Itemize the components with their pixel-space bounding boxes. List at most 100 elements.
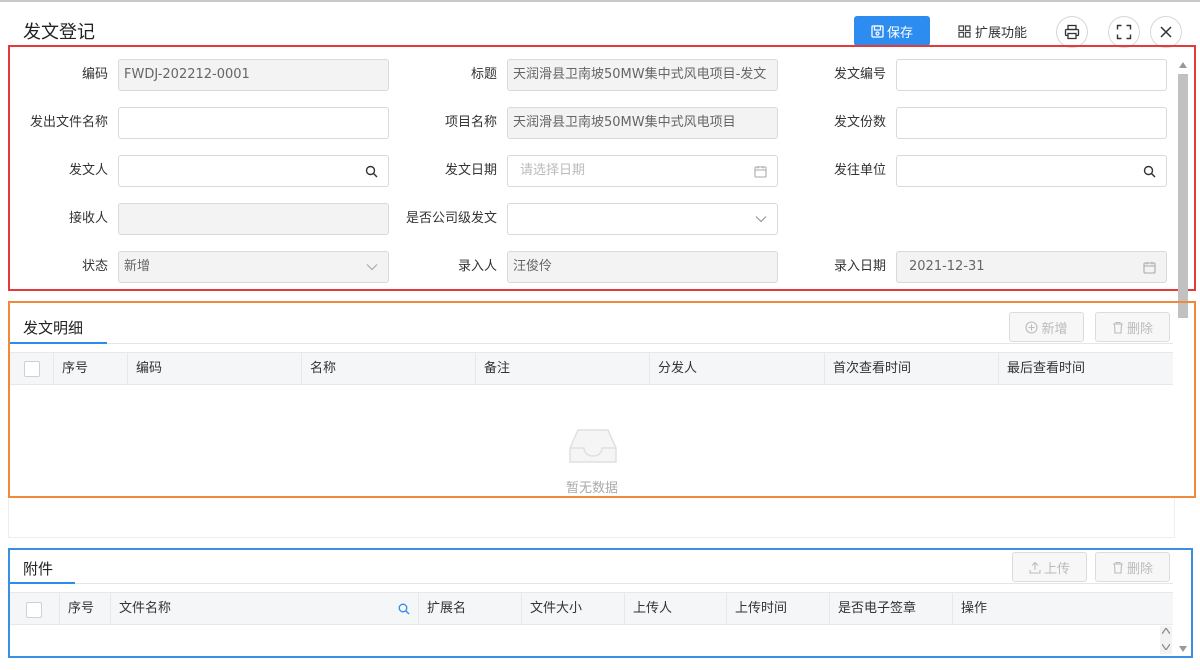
- detail-table-footer: [8, 498, 1175, 538]
- extend-function-label: 扩展功能: [975, 25, 1028, 41]
- attachment-col-filename[interactable]: 文件名称: [111, 593, 419, 625]
- attachment-select-all-cell: [10, 593, 60, 625]
- copies-field[interactable]: [896, 107, 1167, 139]
- entry-by-label: 录入人: [457, 259, 497, 274]
- detail-delete-label: 删除: [1126, 321, 1153, 337]
- doc-number-label: 发文编号: [833, 67, 886, 82]
- attachment-col-header[interactable]: 上传时间: [727, 593, 830, 625]
- code-label: 编码: [81, 67, 108, 82]
- detail-section-title: 发文明细: [23, 319, 84, 337]
- copies-label: 发文份数: [833, 115, 886, 130]
- scroll-up-icon[interactable]: [1162, 628, 1170, 634]
- detail-select-all-cell: [10, 353, 54, 385]
- attachment-col-header[interactable]: 操作: [953, 593, 1173, 625]
- company-level-select[interactable]: [507, 203, 778, 235]
- entry-by-value: 汪俊伶: [513, 259, 553, 274]
- scroll-down-icon[interactable]: [1162, 644, 1170, 650]
- upload-icon: [1029, 561, 1041, 574]
- fullscreen-icon: [1116, 24, 1132, 40]
- trash-icon: [1112, 321, 1123, 334]
- print-icon: [1064, 24, 1080, 40]
- search-icon[interactable]: [1143, 156, 1156, 186]
- detail-delete-button[interactable]: 删除: [1095, 312, 1170, 342]
- destination-unit-field[interactable]: [896, 155, 1167, 187]
- detail-divider: [10, 343, 1173, 344]
- empty-inbox-icon: [569, 429, 617, 463]
- status-value: 新增: [124, 259, 151, 274]
- project-name-field[interactable]: 天润滑县卫南坡50MW集中式风电项目: [507, 107, 778, 139]
- calendar-icon: [754, 156, 767, 186]
- search-icon[interactable]: [398, 603, 410, 615]
- title-field[interactable]: 天润滑县卫南坡50MW集中式风电项目-发文: [507, 59, 778, 91]
- trash-icon: [1112, 561, 1123, 574]
- grid-icon: [958, 24, 971, 38]
- attachment-section-title: 附件: [23, 560, 54, 578]
- calendar-icon: [1143, 252, 1156, 282]
- attachment-table-scrollbar[interactable]: [1160, 626, 1172, 654]
- detail-col-header[interactable]: 首次查看时间: [825, 353, 999, 385]
- status-label: 状态: [81, 259, 108, 274]
- entry-date-label: 录入日期: [833, 259, 886, 274]
- attachment-col-header[interactable]: 文件大小: [522, 593, 625, 625]
- attachment-select-all-checkbox[interactable]: [26, 602, 42, 618]
- attachment-col-header: 文件名称: [119, 601, 172, 616]
- attachment-col-header[interactable]: 上传人: [625, 593, 727, 625]
- detail-add-button[interactable]: 新增: [1009, 312, 1084, 342]
- destination-unit-label: 发往单位: [833, 163, 886, 178]
- attachment-col-header[interactable]: 是否电子签章: [830, 593, 953, 625]
- company-level-label: 是否公司级发文: [405, 211, 497, 226]
- chevron-down-icon: [366, 252, 378, 282]
- entry-date-value: 2021-12-31: [909, 259, 985, 274]
- entry-by-field[interactable]: 汪俊伶: [507, 251, 778, 283]
- sender-label: 发文人: [68, 163, 108, 178]
- detail-col-header[interactable]: 编码: [128, 353, 302, 385]
- sender-field[interactable]: [118, 155, 389, 187]
- chevron-down-icon: [755, 204, 767, 234]
- save-button[interactable]: 保存: [854, 16, 930, 46]
- detail-col-header[interactable]: 名称: [302, 353, 476, 385]
- attachment-delete-button[interactable]: 删除: [1095, 552, 1170, 582]
- print-button[interactable]: [1056, 16, 1088, 48]
- fullscreen-button[interactable]: [1108, 16, 1140, 48]
- send-date-label: 发文日期: [444, 163, 497, 178]
- out-file-name-field[interactable]: [118, 107, 389, 139]
- search-icon[interactable]: [365, 156, 378, 186]
- send-date-field[interactable]: 请选择日期: [507, 155, 778, 187]
- code-field[interactable]: FWDJ-202212-0001: [118, 59, 389, 91]
- title-label: 标题: [470, 67, 497, 82]
- project-name-label: 项目名称: [444, 115, 497, 130]
- detail-col-header[interactable]: 分发人: [650, 353, 825, 385]
- project-name-value: 天润滑县卫南坡50MW集中式风电项目: [513, 115, 736, 130]
- code-value: FWDJ-202212-0001: [124, 67, 250, 82]
- attachment-title-underline: [10, 582, 75, 584]
- upload-label: 上传: [1043, 561, 1070, 577]
- scrollbar-thumb[interactable]: [1178, 74, 1188, 318]
- receiver-label: 接收人: [68, 211, 108, 226]
- close-button[interactable]: [1150, 16, 1182, 48]
- plus-circle-icon: [1025, 320, 1039, 334]
- doc-number-field[interactable]: [896, 59, 1167, 91]
- dialog-title: 发文登记: [23, 22, 95, 43]
- detail-add-label: 新增: [1041, 321, 1068, 337]
- save-label: 保存: [886, 25, 913, 41]
- close-icon: [1160, 26, 1172, 38]
- out-file-name-label: 发出文件名称: [29, 115, 108, 130]
- upload-button[interactable]: 上传: [1012, 552, 1087, 582]
- extend-function-button[interactable]: 扩展功能: [950, 16, 1035, 46]
- attachment-col-header[interactable]: 序号: [60, 593, 111, 625]
- save-icon: [871, 24, 884, 38]
- attachment-col-header[interactable]: 扩展名: [419, 593, 522, 625]
- entry-date-field[interactable]: 2021-12-31: [896, 251, 1167, 283]
- status-select[interactable]: 新增: [118, 251, 389, 283]
- title-value: 天润滑县卫南坡50MW集中式风电项目-发文: [513, 67, 767, 82]
- attachment-table-header: 序号 文件名称 扩展名 文件大小 上传人 上传时间 是否电子签章 操作: [10, 592, 1173, 625]
- detail-col-header[interactable]: 最后查看时间: [999, 353, 1173, 385]
- detail-col-header[interactable]: 备注: [476, 353, 650, 385]
- detail-select-all-checkbox[interactable]: [24, 361, 40, 377]
- detail-title-underline: [10, 342, 107, 344]
- scroll-up-icon[interactable]: [1179, 62, 1187, 68]
- receiver-field[interactable]: [118, 203, 389, 235]
- detail-table-header: 序号 编码 名称 备注 分发人 首次查看时间 最后查看时间: [10, 352, 1173, 385]
- dialog-window: 发文登记 保存 扩展功能 编码 FWDJ-202212-0001 标题 天润滑县…: [0, 0, 1200, 670]
- detail-col-header[interactable]: 序号: [54, 353, 128, 385]
